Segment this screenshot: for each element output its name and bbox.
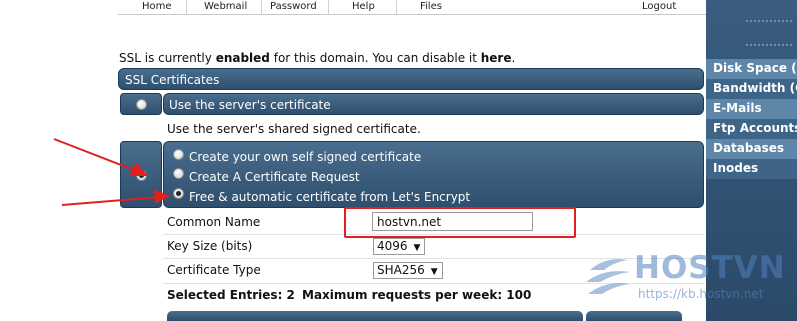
nav-divider (261, 0, 262, 14)
cert-request-radio[interactable] (173, 168, 184, 179)
cert-type-label: Certificate Type (167, 263, 261, 277)
sidebar-item-inodes[interactable]: Inodes (706, 159, 797, 179)
top-nav: Home Webmail Password Help Files Logout (118, 0, 706, 15)
own-cert-radio[interactable] (136, 170, 147, 181)
sidebar-item-emails[interactable]: E-Mails (706, 99, 797, 119)
watermark-brand: HOSTVN (634, 250, 786, 286)
nav-home[interactable]: Home (142, 0, 172, 14)
sidebar-item-bandwidth[interactable]: Bandwidth (GB) (706, 79, 797, 99)
letsencrypt-radio[interactable] (173, 188, 184, 199)
entries-table-header (167, 311, 583, 321)
server-cert-radio-cell (120, 93, 162, 115)
common-name-label: Common Name (167, 215, 261, 229)
sidebar-item-databases[interactable]: Databases (706, 139, 797, 159)
left-gutter (0, 0, 118, 321)
self-signed-label[interactable]: Create your own self signed certificate (189, 150, 421, 164)
server-cert-radio[interactable] (136, 99, 147, 110)
nav-divider (328, 0, 329, 14)
own-cert-options-panel: Create your own self signed certificate … (163, 141, 704, 208)
nav-help[interactable]: Help (352, 0, 375, 14)
section-title: SSL Certificates (125, 73, 220, 87)
highlight-box (344, 207, 576, 238)
cert-type-select[interactable]: SHA256 ▼ (373, 262, 443, 279)
sidebar-dots-pattern (746, 20, 792, 46)
max-requests-text: Maximum requests per week: 100 (302, 288, 532, 302)
letsencrypt-label[interactable]: Free & automatic certificate from Let's … (189, 190, 470, 204)
watermark-url: https://kb.hostvn.net (638, 287, 764, 301)
status-state: enabled (215, 51, 270, 65)
cert-type-value: SHA256 (377, 263, 425, 277)
nav-divider (186, 0, 187, 14)
nav-password[interactable]: Password (270, 0, 317, 14)
sidebar-item-disk-space[interactable]: Disk Space (MB) (706, 59, 797, 79)
hostvn-watermark: HOSTVN https://kb.hostvn.net (584, 250, 786, 310)
select-all-button[interactable] (586, 311, 682, 321)
nav-divider (396, 0, 397, 14)
server-cert-label: Use the server's certificate (169, 98, 331, 112)
sidebar-item-ftp-accounts[interactable]: Ftp Accounts (706, 119, 797, 139)
key-size-label: Key Size (bits) (167, 239, 253, 253)
self-signed-radio[interactable] (173, 149, 184, 160)
cert-request-label[interactable]: Create A Certificate Request (189, 170, 360, 184)
ssl-certificates-header: SSL Certificates (118, 68, 704, 90)
nav-files[interactable]: Files (420, 0, 442, 14)
sidebar-menu: Disk Space (MB) Bandwidth (GB) E-Mails F… (706, 59, 797, 179)
own-cert-radio-cell (120, 141, 162, 208)
nav-logout[interactable]: Logout (642, 0, 676, 14)
status-suffix: . (511, 51, 516, 65)
disable-ssl-link[interactable]: here (481, 51, 512, 65)
key-size-value: 4096 (377, 239, 408, 253)
server-cert-option-bar[interactable]: Use the server's certificate (163, 93, 704, 115)
ssl-status-text: SSL is currently enabled for this domain… (119, 51, 515, 65)
key-size-select[interactable]: 4096 ▼ (373, 238, 425, 255)
server-cert-description: Use the server's shared signed certifica… (167, 122, 421, 136)
status-middle: for this domain. You can disable it (269, 51, 481, 65)
hostvn-logo-icon (586, 259, 630, 294)
status-prefix: SSL is currently (119, 51, 216, 65)
nav-webmail[interactable]: Webmail (204, 0, 247, 14)
selected-entries-text: Selected Entries: 2 (167, 288, 295, 302)
chevron-down-icon: ▼ (413, 243, 421, 253)
chevron-down-icon: ▼ (430, 267, 438, 277)
